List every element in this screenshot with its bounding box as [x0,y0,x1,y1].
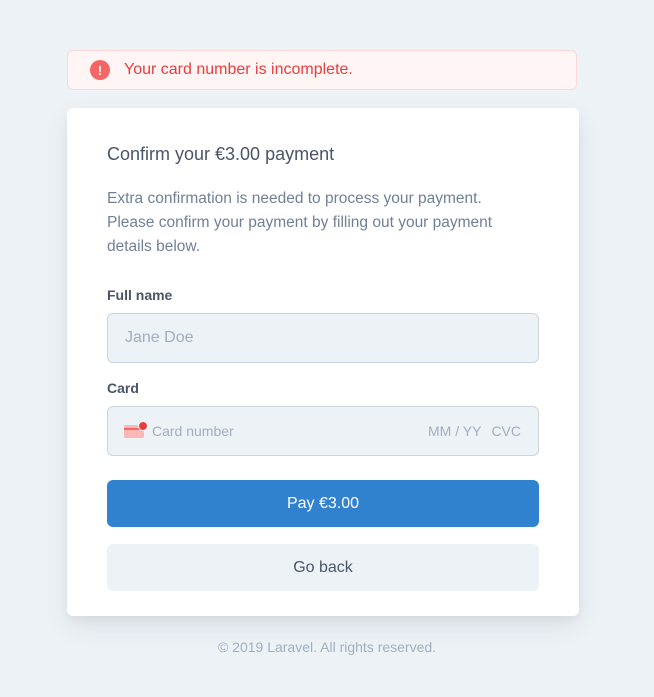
card-number-placeholder[interactable]: Card number [152,423,234,439]
footer-copyright: © 2019 Laravel. All rights reserved. [217,639,437,655]
cvc-placeholder[interactable]: CVC [491,423,521,439]
payment-card: Confirm your €3.00 payment Extra confirm… [67,108,579,616]
exclamation-icon: ! [90,60,110,80]
page-title: Confirm your €3.00 payment [107,144,335,164]
full-name-placeholder: Jane Doe [125,329,194,346]
full-name-input[interactable]: Jane Doe [107,313,539,363]
go-back-button[interactable]: Go back [107,544,539,591]
card-label: Card [107,380,139,396]
expiry-placeholder[interactable]: MM / YY [428,423,481,439]
pay-button[interactable]: Pay €3.00 [107,480,539,527]
credit-card-error-icon [124,420,148,438]
error-message: Your card number is incomplete. [124,61,353,78]
description-text: Extra confirmation is needed to process … [107,190,493,255]
error-alert: ! Your card number is incomplete. [67,50,577,90]
card-input[interactable]: Card number MM / YY CVC [107,406,539,456]
full-name-label: Full name [107,287,173,303]
